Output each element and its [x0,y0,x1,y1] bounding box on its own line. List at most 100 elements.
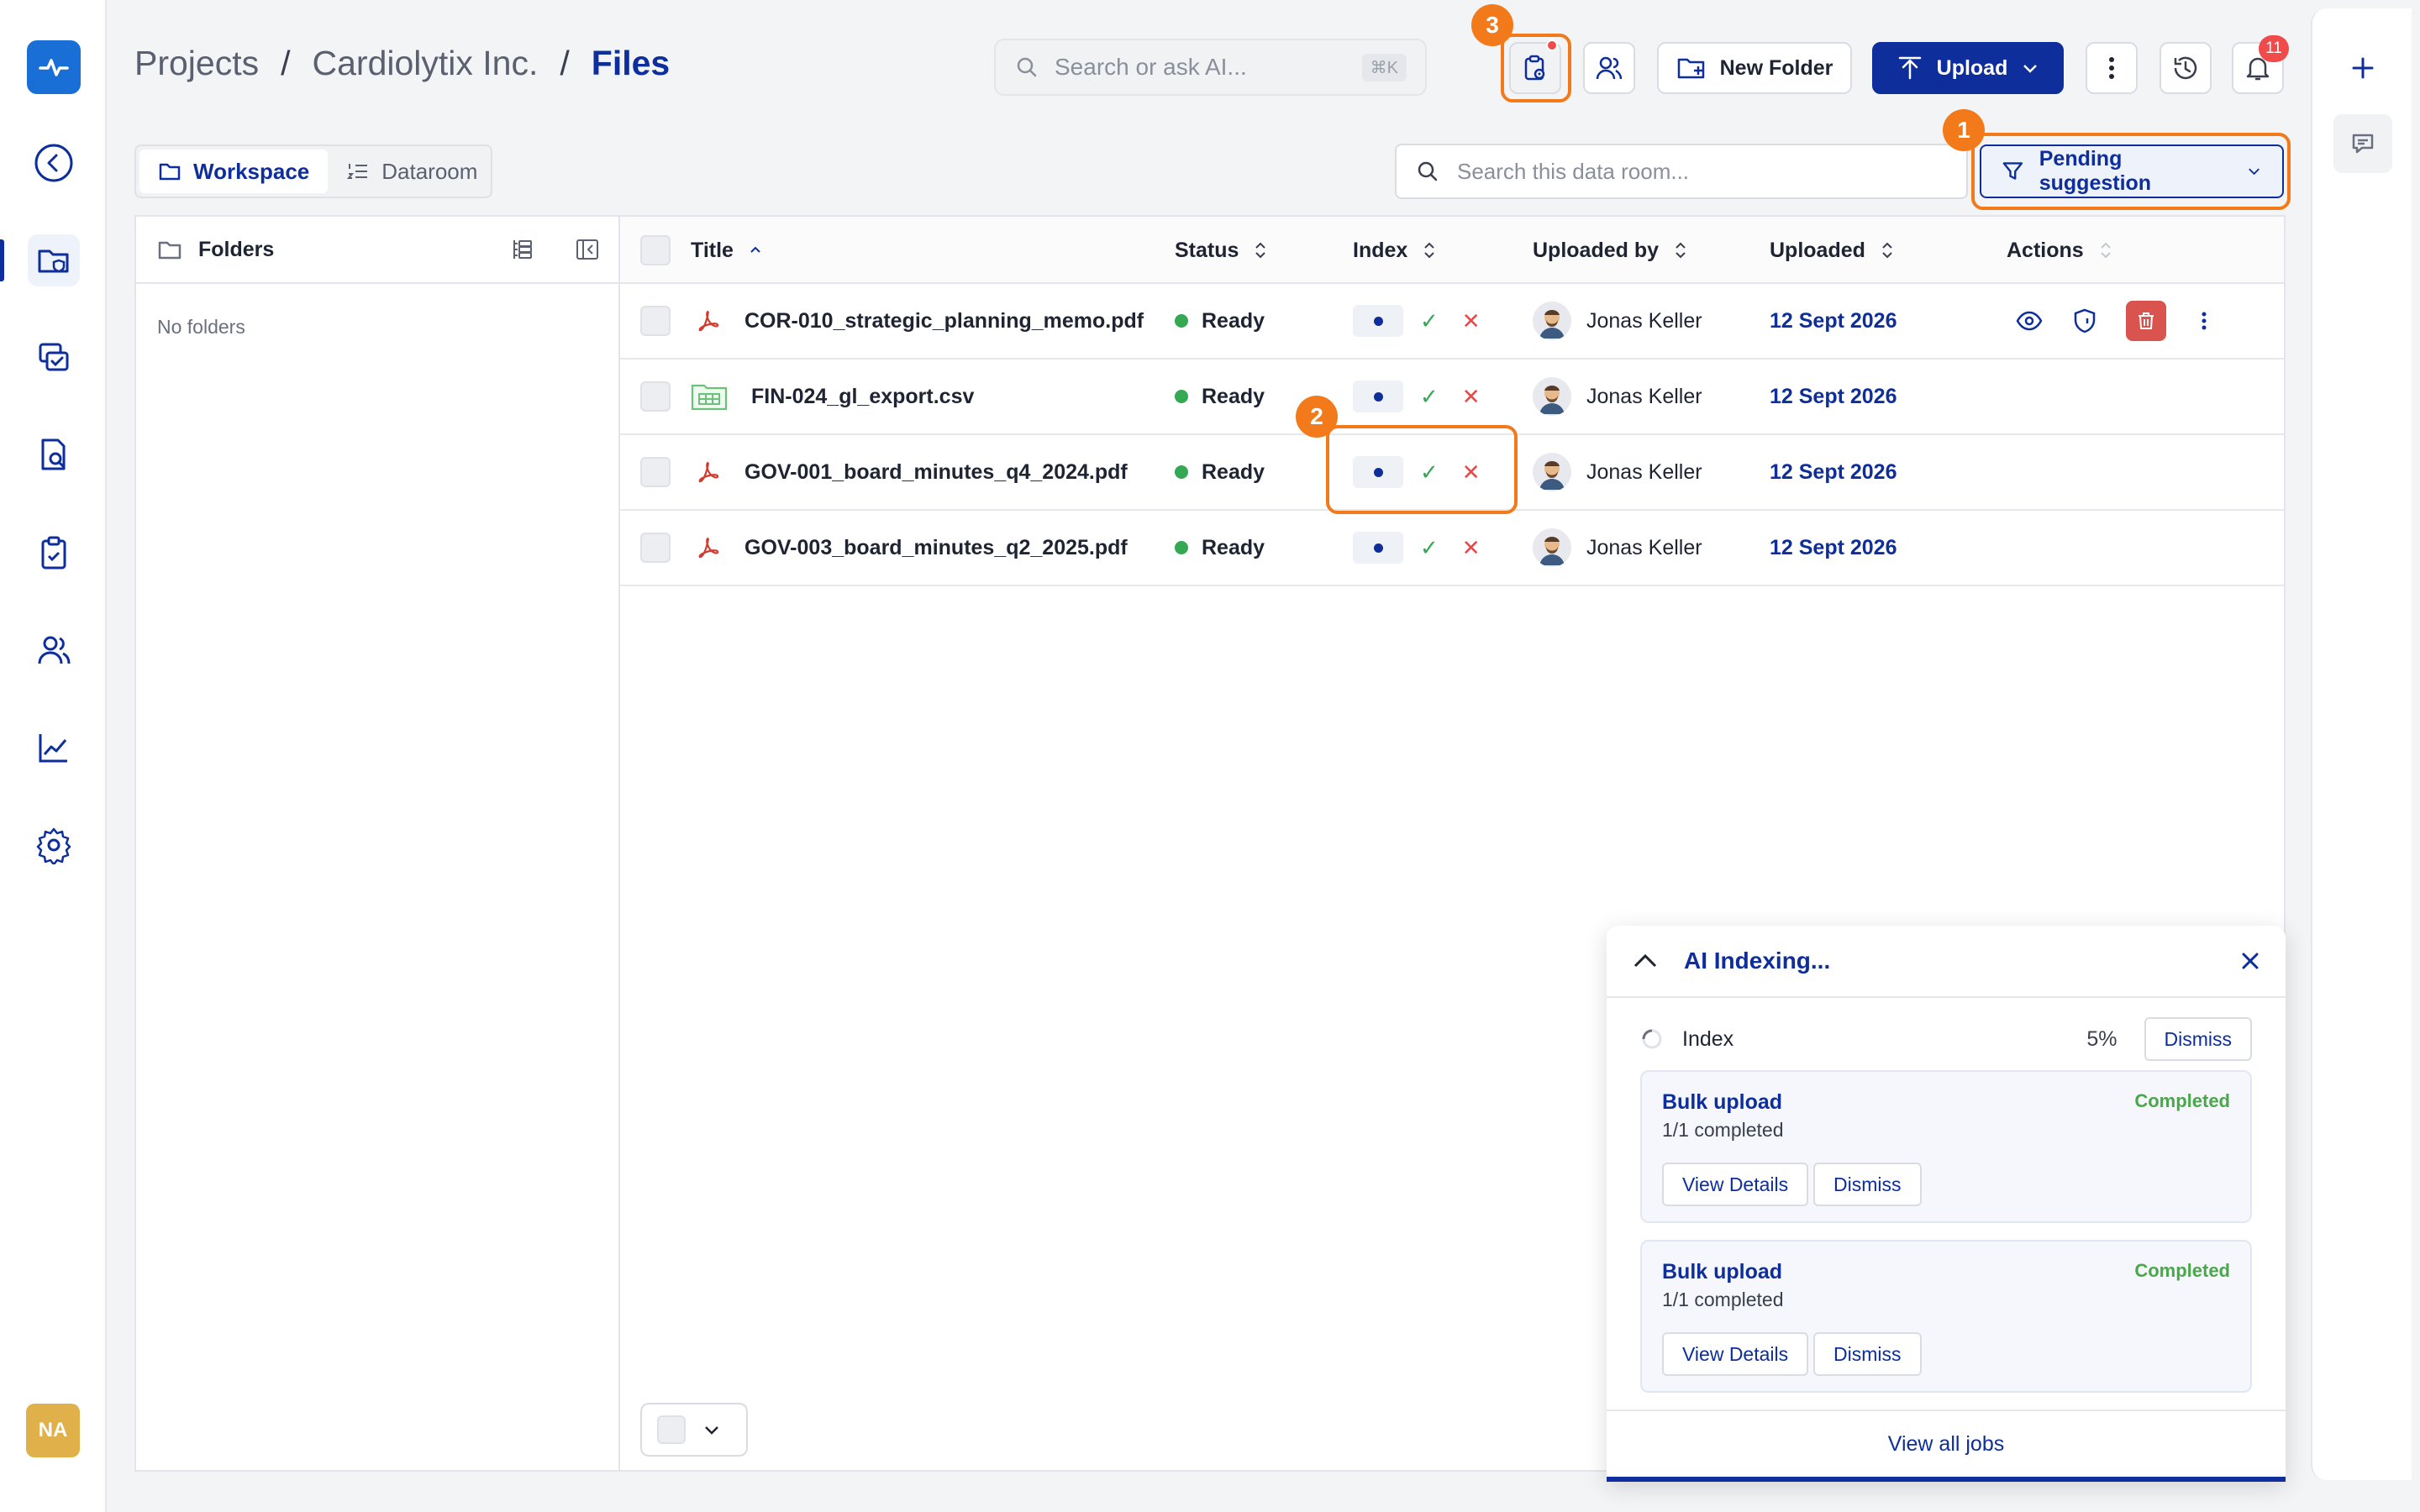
reject-suggestion-icon[interactable]: ✕ [1462,384,1481,410]
table-row[interactable]: FIN-024_gl_export.csv Ready ✓ ✕ Jonas Ke… [620,360,2284,435]
notification-count-badge: 11 [2259,35,2289,62]
sort-icon [1424,242,1435,259]
chevron-up-icon[interactable] [1632,948,1659,974]
folder-icon [159,163,181,181]
view-details-button[interactable]: View Details [1662,1332,1809,1376]
folder-icon [158,241,182,260]
close-icon[interactable] [2240,951,2260,971]
reject-suggestion-icon[interactable]: ✕ [1462,308,1481,334]
table-row[interactable]: COR-010_strategic_planning_memo.pdf Read… [620,284,2284,360]
upload-date: 12 Sept 2026 [1770,384,1897,408]
index-cell: ✓ ✕ [1353,284,1481,358]
tree-view-icon[interactable] [509,237,534,262]
row-checkbox[interactable] [640,284,671,358]
select-all-checkbox[interactable] [640,217,671,284]
chevron-down-icon [2023,65,2038,73]
global-search-input[interactable]: Search or ask AI... ⌘K [994,39,1427,96]
more-options-button[interactable] [2086,42,2138,94]
accept-suggestion-icon[interactable]: ✓ [1420,384,1439,410]
comments-button[interactable] [2333,114,2392,173]
file-title[interactable]: FIN-024_gl_export.csv [751,360,974,433]
status-label: Ready [1202,459,1265,484]
file-title[interactable]: GOV-003_board_minutes_q2_2025.pdf [744,511,1128,585]
nav-review[interactable] [28,332,80,384]
column-uploaded-label: Uploaded [1770,238,1865,262]
breadcrumb-projects[interactable]: Projects [134,44,259,83]
shield-icon[interactable] [2070,307,2099,335]
add-panel-button[interactable] [2333,39,2392,97]
callout-number-3: 3 [1471,4,1513,46]
upload-icon [1898,56,1921,80]
status-dot [1175,465,1188,479]
view-all-jobs-link[interactable]: View all jobs [1607,1410,2286,1482]
table-row[interactable]: GOV-003_board_minutes_q2_2025.pdf Ready … [620,511,2284,586]
nav-search-docs[interactable] [28,429,80,481]
nav-tasks[interactable] [28,527,80,579]
share-users-button[interactable] [1583,42,1635,94]
delete-button[interactable] [2126,301,2166,341]
column-actions: Actions [2007,217,2112,284]
column-title[interactable]: Title [691,217,762,284]
more-vertical-icon[interactable] [2200,309,2208,333]
comment-icon [2352,134,2374,154]
row-checkbox[interactable] [640,360,671,433]
status-dot [1175,541,1188,554]
collapse-panel-icon[interactable] [575,237,600,262]
row-checkbox[interactable] [640,435,671,509]
dataroom-search-input[interactable]: Search this data room... [1395,144,1968,199]
page-size-select[interactable] [640,1403,748,1457]
new-folder-label: New Folder [1719,55,1833,80]
history-button[interactable] [2160,42,2212,94]
view-details-button[interactable]: View Details [1662,1163,1809,1206]
status-label: Ready [1202,384,1265,408]
dismiss-job-button[interactable]: Dismiss [1813,1163,1922,1206]
dismiss-job-button[interactable]: Dismiss [1813,1332,1922,1376]
file-title[interactable]: COR-010_strategic_planning_memo.pdf [744,284,1144,358]
callout-number-2: 2 [1296,396,1338,438]
nav-settings[interactable] [28,819,80,871]
breadcrumb-company[interactable]: Cardiolytix Inc. [313,44,539,83]
status-cell: Ready [1175,360,1265,433]
uploader-cell: Jonas Keller [1533,435,1702,509]
empty-folders-text: No folders [157,316,245,338]
dismiss-index-button[interactable]: Dismiss [2144,1017,2252,1061]
uploader-avatar [1533,377,1571,416]
nav-files[interactable] [28,234,80,286]
active-nav-indicator [0,239,4,281]
eye-icon[interactable] [2015,307,2044,335]
file-title[interactable]: GOV-001_board_minutes_q4_2024.pdf [744,435,1128,509]
job-subtitle: 1/1 completed [1662,1119,1784,1141]
row-checkbox[interactable] [640,511,671,585]
ai-panel-title: AI Indexing... [1684,948,1831,974]
chart-line-icon [39,734,67,763]
left-nav-rail: NA [0,0,107,1512]
app-logo[interactable] [27,40,81,94]
column-uploaded[interactable]: Uploaded [1770,217,1894,284]
tab-workspace[interactable]: Workspace [139,150,329,193]
index-cell: ✓ ✕ [1353,360,1481,433]
column-status[interactable]: Status [1175,217,1267,284]
column-index[interactable]: Index [1353,217,1436,284]
new-folder-button[interactable]: New Folder [1657,42,1852,94]
column-uploaded-by[interactable]: Uploaded by [1533,217,1687,284]
user-avatar[interactable]: NA [26,1404,80,1457]
uploader-name: Jonas Keller [1586,459,1702,484]
upload-button[interactable]: Upload [1872,42,2064,94]
ai-indexing-panel: AI Indexing... Index 5% Dismiss Bulk upl… [1607,926,2286,1482]
dataroom-search-placeholder: Search this data room... [1457,158,1690,184]
plus-icon [2352,57,2374,79]
right-side-rail [2311,8,2412,1480]
accept-suggestion-icon[interactable]: ✓ [1420,535,1439,561]
index-pending-indicator [1353,381,1403,412]
tab-dataroom[interactable]: Dataroom [328,150,496,193]
nav-users[interactable] [28,624,80,676]
uploader-name: Jonas Keller [1586,535,1702,559]
callout-highlight-2 [1326,425,1518,514]
actions-cell [2015,284,2208,358]
reject-suggestion-icon[interactable]: ✕ [1462,535,1481,561]
index-pending-indicator [1353,305,1403,337]
accept-suggestion-icon[interactable]: ✓ [1420,308,1439,334]
nav-analytics[interactable] [28,722,80,774]
chevron-down-icon [705,1426,718,1435]
back-button[interactable] [28,137,80,189]
